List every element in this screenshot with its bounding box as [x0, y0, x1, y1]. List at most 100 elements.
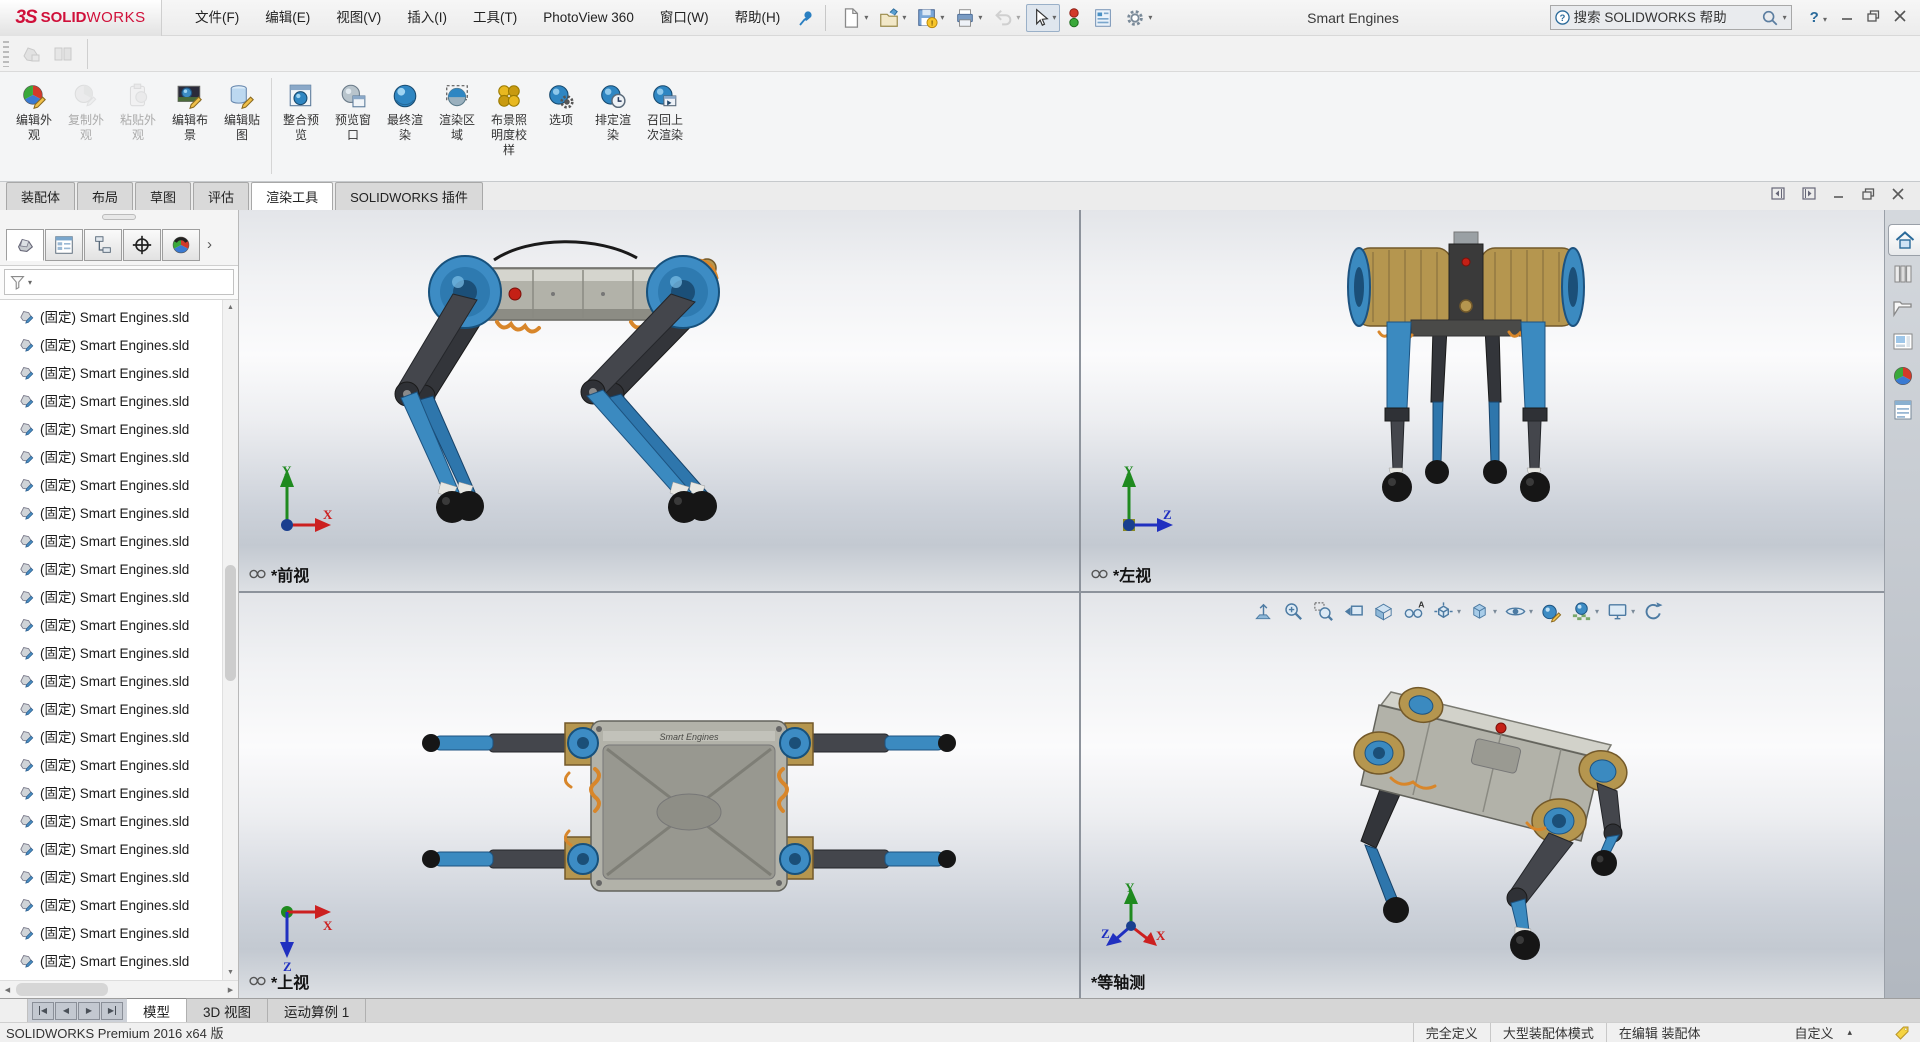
- tree-item[interactable]: (固定) Smart Engines.sld: [0, 358, 222, 386]
- tree-item[interactable]: (固定) Smart Engines.sld: [0, 750, 222, 778]
- menu-item-2[interactable]: 视图(V): [323, 0, 394, 35]
- filter-input[interactable]: ▾: [4, 269, 234, 295]
- tree-item[interactable]: (固定) Smart Engines.sld: [0, 610, 222, 638]
- tree-item[interactable]: (固定) Smart Engines.sld: [0, 694, 222, 722]
- manager-tab-featuremanager[interactable]: [6, 229, 44, 261]
- scrollbar-thumb[interactable]: [16, 983, 108, 996]
- doc-restore-button[interactable]: [1862, 188, 1875, 203]
- command-tab-4[interactable]: 渲染工具: [251, 182, 333, 210]
- menu-item-6[interactable]: 窗口(W): [647, 0, 722, 35]
- search-box[interactable]: ? ▾: [1550, 5, 1792, 30]
- viewport-left[interactable]: Y Z *左视: [1081, 210, 1884, 591]
- taskpane-custom-properties-button[interactable]: [1885, 394, 1920, 426]
- print-button[interactable]: ▾: [950, 4, 986, 32]
- tree-item[interactable]: (固定) Smart Engines.sld: [0, 918, 222, 946]
- ribbon-button-preview-window[interactable]: 预览窗口: [327, 78, 379, 143]
- scroll-left-arrow[interactable]: ◀: [0, 981, 15, 998]
- options-dropdown-arrow[interactable]: ▾: [1148, 13, 1152, 22]
- pane-right-icon[interactable]: [1802, 187, 1816, 203]
- taskpane-design-library-button[interactable]: [1885, 258, 1920, 290]
- tree-horizontal-scrollbar[interactable]: ◀ ▶: [0, 980, 238, 998]
- scroll-down-arrow[interactable]: ▼: [223, 965, 238, 980]
- help-button[interactable]: ? ▾: [1806, 9, 1831, 26]
- tree-item[interactable]: (固定) Smart Engines.sld: [0, 554, 222, 582]
- ribbon-button-edit-scene[interactable]: 编辑布景: [164, 78, 216, 143]
- minimize-button[interactable]: [1841, 10, 1853, 25]
- viewport-front[interactable]: Y X *前视: [239, 210, 1079, 591]
- tree-item[interactable]: (固定) Smart Engines.sld: [0, 386, 222, 414]
- ribbon-button-render-region[interactable]: 渲染区域: [431, 78, 483, 143]
- tree-item[interactable]: (固定) Smart Engines.sld: [0, 890, 222, 918]
- command-tab-3[interactable]: 评估: [193, 182, 249, 210]
- tree-item[interactable]: (固定) Smart Engines.sld: [0, 414, 222, 442]
- options-button[interactable]: ▾: [1120, 4, 1156, 32]
- manager-tab-displaymanager[interactable]: [162, 229, 200, 261]
- undo-button[interactable]: ▾: [988, 4, 1024, 32]
- manager-tab-overflow[interactable]: ›: [207, 236, 212, 253]
- tree-item[interactable]: (固定) Smart Engines.sld: [0, 946, 222, 974]
- tab-nav-last-button[interactable]: ▶: [101, 1002, 123, 1020]
- menu-item-3[interactable]: 插入(I): [394, 0, 460, 35]
- taskpane-appearances-button[interactable]: [1885, 360, 1920, 392]
- ribbon-button-edit-decal[interactable]: 编辑贴图: [216, 78, 268, 143]
- tag-icon[interactable]: [1894, 1025, 1910, 1041]
- tree-item[interactable]: (固定) Smart Engines.sld: [0, 806, 222, 834]
- tree-item[interactable]: (固定) Smart Engines.sld: [0, 722, 222, 750]
- tree-item[interactable]: (固定) Smart Engines.sld: [0, 498, 222, 526]
- menu-item-7[interactable]: 帮助(H): [722, 0, 794, 35]
- tree-item[interactable]: (固定) Smart Engines.sld: [0, 778, 222, 806]
- tree-item[interactable]: (固定) Smart Engines.sld: [0, 638, 222, 666]
- open-dropdown-arrow[interactable]: ▾: [902, 13, 906, 22]
- status-custom-dropdown[interactable]: 自定义▴: [1782, 1023, 1864, 1042]
- doc-minimize-button[interactable]: [1833, 188, 1845, 203]
- tree-item[interactable]: (固定) Smart Engines.sld: [0, 666, 222, 694]
- tree-item[interactable]: (固定) Smart Engines.sld: [0, 470, 222, 498]
- select-button[interactable]: ▾: [1026, 4, 1060, 32]
- save-dropdown-arrow[interactable]: ▾: [940, 13, 944, 22]
- pane-left-icon[interactable]: [1771, 187, 1785, 203]
- scroll-right-arrow[interactable]: ▶: [223, 981, 238, 998]
- tab-nav-first-button[interactable]: ◀: [32, 1002, 54, 1020]
- menu-item-1[interactable]: 编辑(E): [252, 0, 323, 35]
- doc-close-button[interactable]: [1892, 188, 1904, 203]
- command-tab-5[interactable]: SOLIDWORKS 插件: [335, 182, 483, 210]
- document-tab-0[interactable]: 模型: [127, 998, 187, 1022]
- menu-item-0[interactable]: 文件(F): [182, 0, 252, 35]
- select-dropdown-arrow[interactable]: ▾: [1052, 13, 1056, 22]
- ribbon-button-edit-appearance[interactable]: 编辑外观: [8, 78, 60, 143]
- manager-tab-configurationmanager[interactable]: [84, 229, 122, 261]
- document-tab-1[interactable]: 3D 视图: [187, 999, 268, 1022]
- ribbon-button-integrated-preview[interactable]: 整合预览: [275, 78, 327, 143]
- open-button[interactable]: ▾: [874, 4, 910, 32]
- ribbon-button-schedule-render[interactable]: 排定渲染: [587, 78, 639, 143]
- tree-item[interactable]: (固定) Smart Engines.sld: [0, 442, 222, 470]
- new-document-button[interactable]: ▾: [836, 4, 872, 32]
- pin-icon[interactable]: [797, 9, 815, 27]
- manager-tab-dimxpertmanager[interactable]: [123, 229, 161, 261]
- ribbon-button-recall-render[interactable]: 召回上次渲染: [639, 78, 691, 143]
- restore-button[interactable]: [1867, 10, 1880, 25]
- ribbon-button-render-options[interactable]: 选项: [535, 78, 587, 128]
- menu-item-4[interactable]: 工具(T): [460, 0, 530, 35]
- search-icon[interactable]: [1761, 9, 1779, 27]
- save-button[interactable]: !▾: [912, 4, 948, 32]
- tree-item[interactable]: (固定) Smart Engines.sld: [0, 862, 222, 890]
- taskpane-view-palette-button[interactable]: [1885, 326, 1920, 358]
- search-input[interactable]: [1574, 10, 1757, 25]
- file-properties-button[interactable]: [1088, 4, 1118, 32]
- taskpane-file-explorer-button[interactable]: [1885, 292, 1920, 324]
- filter-funnel-icon[interactable]: [9, 274, 26, 291]
- manager-tab-propertymanager[interactable]: [45, 229, 83, 261]
- tree-item[interactable]: (固定) Smart Engines.sld: [0, 582, 222, 610]
- command-tab-2[interactable]: 草图: [135, 182, 191, 210]
- filter-dropdown-arrow[interactable]: ▾: [28, 278, 32, 287]
- viewport-isometric[interactable]: A▾▾▾▾▾: [1081, 593, 1884, 998]
- tree-item[interactable]: (固定) Smart Engines.sld: [0, 526, 222, 554]
- command-tab-0[interactable]: 装配体: [6, 182, 75, 210]
- document-tab-2[interactable]: 运动算例 1: [268, 999, 366, 1022]
- viewport-top[interactable]: Smart Engines X: [239, 593, 1079, 998]
- ribbon-button-final-render[interactable]: 最终渲染: [379, 78, 431, 143]
- search-dropdown-arrow[interactable]: ▾: [1783, 13, 1787, 22]
- print-dropdown-arrow[interactable]: ▾: [978, 13, 982, 22]
- tree-item[interactable]: (固定) Smart Engines.sld: [0, 834, 222, 862]
